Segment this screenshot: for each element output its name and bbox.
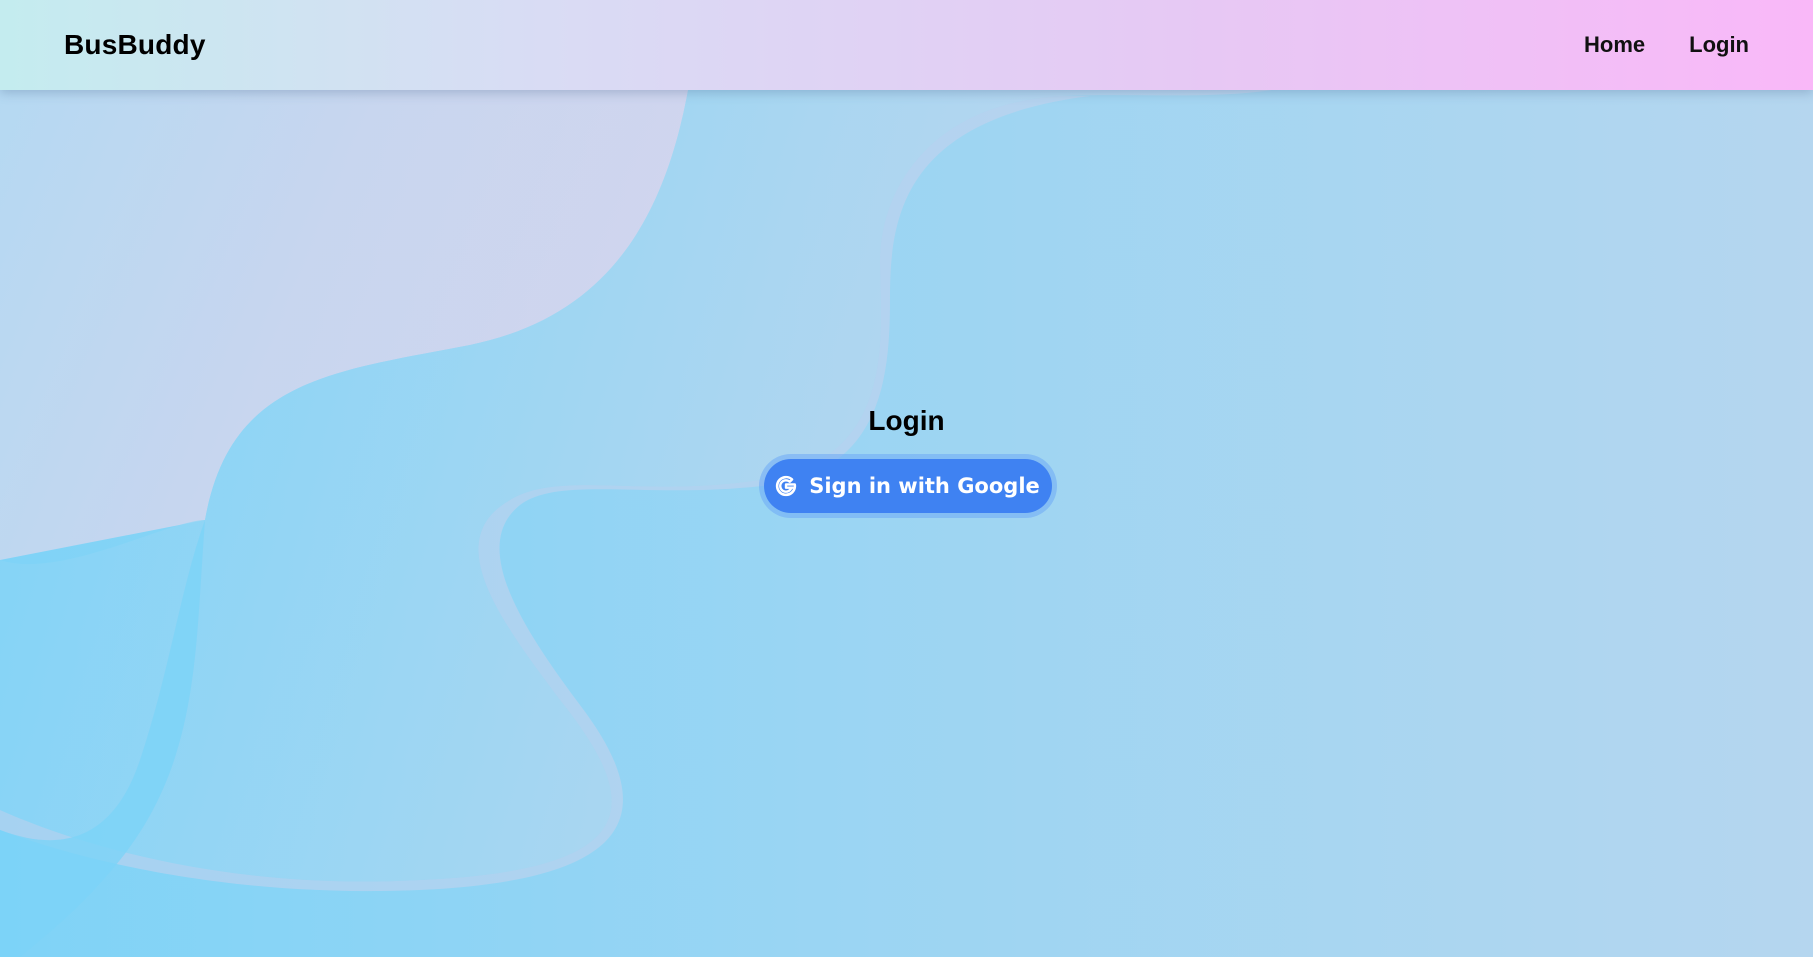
top-navbar: BusBuddy Home Login: [0, 0, 1813, 90]
login-panel: Login Sign in with Google: [0, 405, 1813, 513]
brand-logo[interactable]: BusBuddy: [64, 29, 206, 61]
nav-link-home[interactable]: Home: [1584, 32, 1645, 58]
google-button-label: Sign in with Google: [809, 474, 1040, 498]
google-g-icon: [775, 475, 797, 497]
nav-link-login[interactable]: Login: [1689, 32, 1749, 58]
sign-in-with-google-button[interactable]: Sign in with Google: [763, 459, 1052, 513]
page-title: Login: [868, 405, 945, 436]
nav-links: Home Login: [1584, 32, 1749, 58]
